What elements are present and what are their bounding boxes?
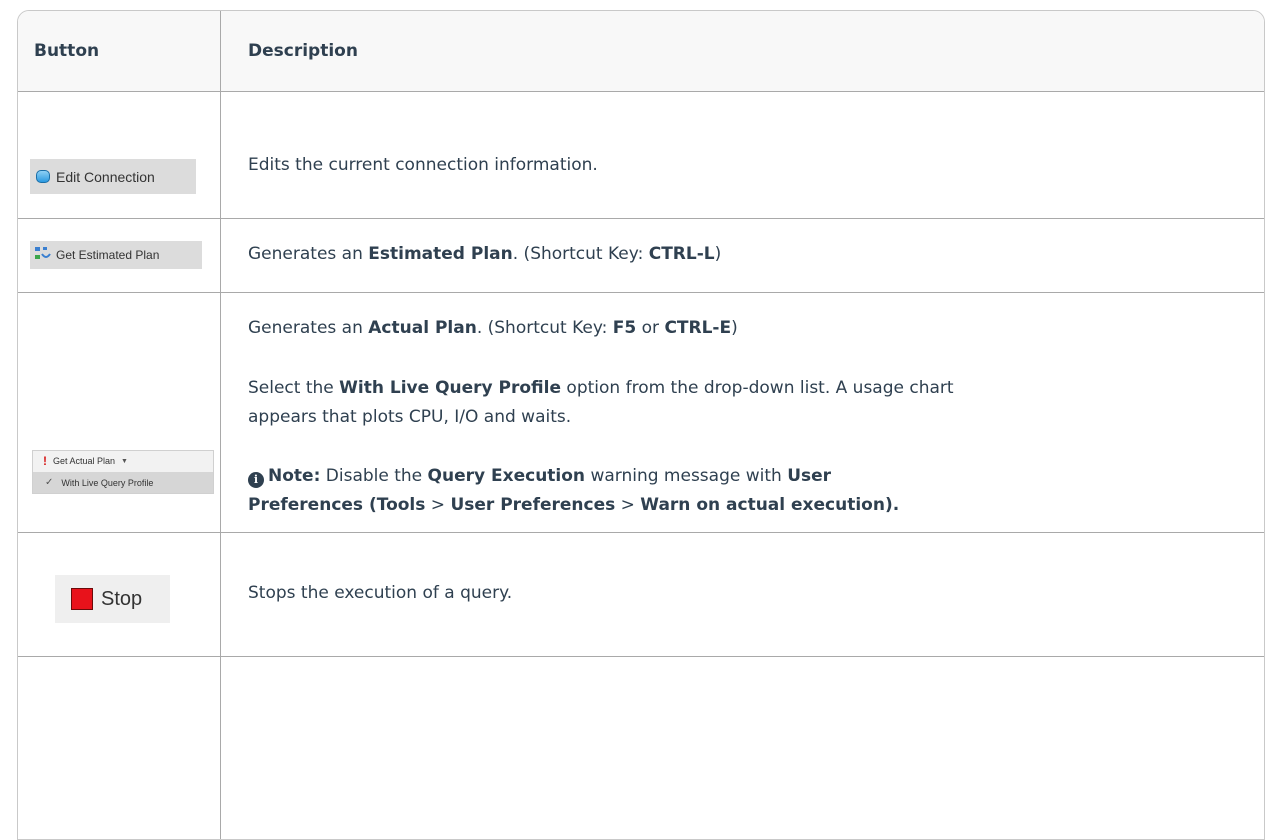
header-description: Description	[248, 41, 358, 61]
get-actual-plan-label: Get Actual Plan	[53, 456, 116, 466]
row-description-line3: appears that plots CPU, I/O and waits.	[248, 407, 572, 427]
note-label: Note:	[268, 466, 321, 486]
row-description-line2: Select the With Live Query Profile optio…	[248, 378, 954, 398]
table-row: Edit Connection Edits the current connec…	[18, 91, 1264, 219]
stop-label: Stop	[101, 587, 143, 610]
row-description-line1: Generates an Actual Plan. (Shortcut Key:…	[248, 318, 738, 338]
get-actual-plan-button-image: ! Get Actual Plan ▼ ✓ With Live Query Pr…	[32, 450, 214, 494]
row-description: Edits the current connection information…	[248, 155, 598, 175]
header-button: Button	[34, 41, 100, 61]
database-icon	[36, 170, 50, 183]
row-description: Generates an Estimated Plan. (Shortcut K…	[248, 244, 722, 264]
get-estimated-plan-label: Get Estimated Plan	[56, 248, 160, 262]
dropdown-option: ✓ With Live Query Profile	[33, 472, 213, 493]
estimated-plan-icon	[34, 246, 52, 265]
table-row	[18, 657, 1264, 839]
table-row: Stop Stops the execution of a query.	[18, 533, 1264, 657]
table-header: Button Description	[18, 11, 1264, 92]
table-row: Generates an Actual Plan. (Shortcut Key:…	[18, 293, 1264, 533]
dropdown-option-label: With Live Query Profile	[61, 477, 154, 488]
get-estimated-plan-button-image: Get Estimated Plan	[30, 241, 202, 269]
buttons-table: Button Description Edit Connection Edits…	[17, 10, 1265, 840]
table-row: Get Estimated Plan Generates an Estimate…	[18, 219, 1264, 293]
exclamation-icon: !	[43, 454, 47, 468]
note-line2: Preferences (Tools > User Preferences > …	[248, 495, 900, 515]
row-description: Stops the execution of a query.	[248, 583, 513, 603]
checkmark-icon: ✓	[45, 477, 54, 488]
stop-icon	[71, 588, 93, 610]
info-icon: i	[248, 472, 264, 488]
edit-connection-button-image: Edit Connection	[30, 159, 196, 194]
chevron-down-icon: ▼	[121, 457, 128, 465]
stop-button-image: Stop	[55, 575, 170, 623]
note-line1: i Note: Disable the Query Execution warni…	[248, 463, 831, 489]
edit-connection-label: Edit Connection	[56, 168, 155, 185]
